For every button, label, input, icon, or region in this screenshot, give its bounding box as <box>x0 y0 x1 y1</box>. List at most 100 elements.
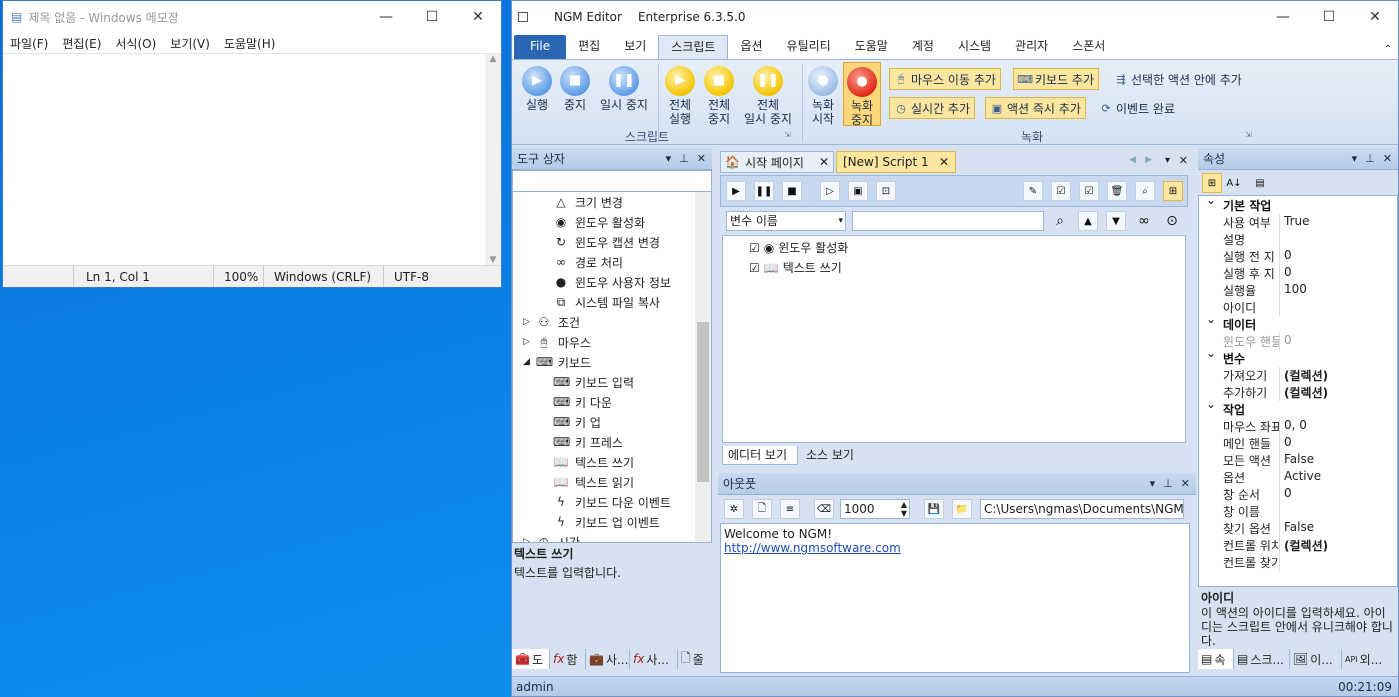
pause-button[interactable]: ❚❚ 일시 중지 <box>596 66 652 112</box>
pause-all-button[interactable]: ❚❚ 전체 일시 중지 <box>740 66 796 126</box>
tab-function[interactable]: fx 함 <box>550 649 586 669</box>
close-icon[interactable]: ✕ <box>939 155 955 169</box>
record-stop-button[interactable]: ● 녹화 중지 <box>843 62 881 127</box>
tree-item-window-activate[interactable]: ◉ 윈도우 활성화 <box>553 212 645 232</box>
eraser-icon[interactable]: ⌫ <box>814 499 834 519</box>
collapse-icon[interactable]: ◢ <box>523 357 530 367</box>
property-row[interactable]: 컨트롤 찾기 <box>1199 554 1397 571</box>
tab-sponsor[interactable]: 스폰서 <box>1060 35 1117 59</box>
expand-icon[interactable]: ▷ <box>523 337 530 347</box>
property-row[interactable]: 추가하기 (컬렉션) <box>1199 384 1397 401</box>
tree-group-mouse[interactable]: ▷ 🖰 마우스 <box>523 332 591 352</box>
stop-button[interactable]: ■ 중지 <box>558 66 592 112</box>
add-realtime-button[interactable]: ◷ 실시간 추가 <box>889 97 976 119</box>
dropdown-icon[interactable]: ▾ <box>1150 477 1156 490</box>
checkbox-checked[interactable]: ☑ <box>749 241 760 255</box>
pin-icon[interactable]: ⊥ <box>1163 477 1173 490</box>
save-icon[interactable]: 💾 <box>924 499 944 519</box>
close-icon[interactable]: ✕ <box>1352 1 1398 33</box>
notepad-titlebar[interactable]: ▤ 제목 없음 - Windows 메모장 — ☐ ✕ <box>3 1 501 33</box>
pause-icon[interactable]: ❚❚ <box>754 181 774 201</box>
delete-icon[interactable]: 🗑 <box>1107 181 1127 201</box>
menu-file[interactable]: 파일(F) <box>10 35 48 52</box>
tree-item-key-press[interactable]: ⌨ 키 프레스 <box>553 432 623 452</box>
run-all-button[interactable]: ▶ 전체 실행 <box>662 66 698 126</box>
tree-item-key-up[interactable]: ⌨ 키 업 <box>553 412 601 432</box>
property-row[interactable]: 사용 여부 True <box>1199 214 1397 231</box>
variable-select[interactable]: 변수 이름 ▾ <box>726 211 846 231</box>
check-all-icon[interactable]: ☑ <box>1051 181 1071 201</box>
menu-help[interactable]: 도움말(H) <box>224 35 276 52</box>
maximize-icon[interactable]: ☐ <box>409 1 455 33</box>
tab-editor-view[interactable]: 에디터 보기 <box>722 446 798 465</box>
tree-item-user-info[interactable]: ● 윈도우 사용자 정보 <box>553 272 671 292</box>
search-icon[interactable]: ⌕ <box>1135 181 1155 201</box>
dialog-launcher-icon[interactable]: ⇲ <box>784 130 791 139</box>
tab-source-view[interactable]: 소스 보기 <box>802 446 866 465</box>
vertical-scrollbar[interactable]: ▲ ▼ <box>485 54 501 265</box>
script-line[interactable]: ☑ 📖 텍스트 쓰기 <box>749 259 842 276</box>
property-row[interactable]: 실행 전 지0 <box>1199 248 1397 265</box>
close-icon[interactable]: ✕ <box>819 155 833 169</box>
tree-item-key-down[interactable]: ⌨ 키 다운 <box>553 392 612 412</box>
tab-script-list[interactable]: ▤ 스크... <box>1234 649 1290 669</box>
menu-format[interactable]: 서식(O) <box>115 35 156 52</box>
category-work[interactable]: 작업 <box>1199 397 1397 418</box>
category-basic[interactable]: 기본 작업 <box>1199 196 1397 214</box>
category-variable[interactable]: 변수 <box>1199 346 1397 367</box>
file-search-icon[interactable]: 🗋 <box>752 499 772 519</box>
property-row[interactable]: 마우스 좌표 0, 0 <box>1199 418 1397 435</box>
search-icon[interactable]: ⌕ <box>1050 211 1070 231</box>
tree-item-text-write[interactable]: 📖 텍스트 쓰기 <box>553 452 635 472</box>
tab-help[interactable]: 도움말 <box>843 35 900 59</box>
categorized-icon[interactable]: ⊞ <box>1202 173 1222 193</box>
pin-icon[interactable]: ⊥ <box>1365 152 1375 165</box>
tab-edit[interactable]: 편집 <box>566 35 612 59</box>
tab-view[interactable]: 보기 <box>612 35 658 59</box>
tree-item-path[interactable]: ∞ 경로 처리 <box>553 252 623 272</box>
move-up-icon[interactable]: ▲ <box>1078 211 1098 231</box>
dropdown-icon[interactable]: ▾ <box>1352 152 1358 165</box>
close-icon[interactable]: ✕ <box>455 1 501 33</box>
scroll-left-icon[interactable]: ◀ <box>1129 155 1136 165</box>
tab-account[interactable]: 계정 <box>900 35 946 59</box>
tab-utility[interactable]: 유틸리티 <box>775 35 843 59</box>
log-path-input[interactable]: C:\Users\ngmas\Documents\NGM6\ <box>980 499 1184 519</box>
close-icon[interactable]: ✕ <box>697 152 706 165</box>
property-row[interactable]: 모든 액션 False <box>1199 452 1397 469</box>
property-row[interactable]: 창 순서 0 <box>1199 486 1397 503</box>
line-count-stepper[interactable]: 1000 ▲ ▼ <box>840 499 910 519</box>
menu-edit[interactable]: 편집(E) <box>62 35 101 52</box>
website-link[interactable]: http://www.ngmsoftware.com <box>721 541 1189 555</box>
tab-file[interactable]: File <box>514 35 567 59</box>
stop-all-button[interactable]: ■ 전체 중지 <box>701 66 737 126</box>
close-icon[interactable]: ✕ <box>1179 154 1188 167</box>
scroll-down-icon[interactable]: ▼ <box>485 255 501 265</box>
dialog-launcher-icon[interactable]: ⇲ <box>1245 130 1252 139</box>
category-data[interactable]: 데이터 <box>1199 312 1397 333</box>
minimize-icon[interactable]: — <box>363 1 409 33</box>
variable-search-input[interactable] <box>852 211 1044 231</box>
play-step-icon[interactable]: ⊡ <box>876 181 896 201</box>
tab-external[interactable]: API 외... <box>1342 649 1398 669</box>
notepad-text-area[interactable]: ▲ ▼ <box>3 53 501 265</box>
add-action-now-button[interactable]: ▣ 액션 즉시 추가 <box>985 97 1086 119</box>
property-row[interactable]: 컨트롤 위치 (컬렉션) <box>1199 537 1397 554</box>
checkbox-checked[interactable]: ☑ <box>749 261 760 275</box>
event-done-button[interactable]: ⟳ 이벤트 완료 <box>1095 97 1179 119</box>
tab-script[interactable]: 스크립트 <box>658 35 729 59</box>
run-button[interactable]: ▶ 실행 <box>519 66 555 112</box>
tree-group-condition[interactable]: ▷ ⚇ 조건 <box>523 312 580 332</box>
property-row[interactable]: 가져오기 (컬렉션) <box>1199 367 1397 384</box>
tab-properties[interactable]: ▤ 속 <box>1198 649 1234 669</box>
more-icon[interactable]: ⊙ <box>1162 211 1182 231</box>
tree-item-keyboard-down-event[interactable]: ϟ 키보드 다운 이벤트 <box>553 492 671 512</box>
tab-image[interactable]: 🖼 이... <box>1290 649 1342 669</box>
tab-dictionary[interactable]: 💼 사... <box>586 649 630 669</box>
tree-group-keyboard[interactable]: ◢ ⌨ 키보드 <box>523 352 591 372</box>
property-row[interactable]: 옵션 Active <box>1199 469 1397 486</box>
tree-item-keyboard-input[interactable]: ⌨ 키보드 입력 <box>553 372 634 392</box>
tab-admin[interactable]: 관리자 <box>1003 35 1060 59</box>
property-row[interactable]: 찾기 옵션 False <box>1199 520 1397 537</box>
tree-group-time[interactable]: ▷ ◷ 시간 <box>523 532 580 542</box>
